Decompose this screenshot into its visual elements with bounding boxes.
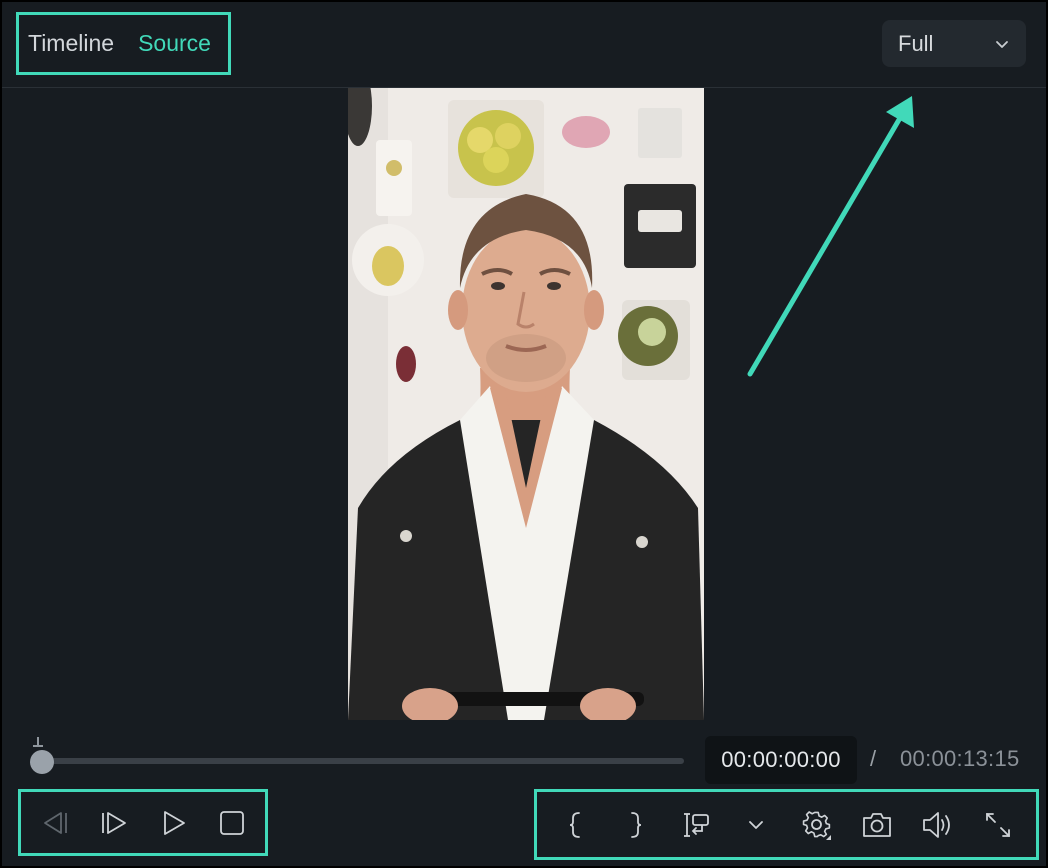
fullscreen-button[interactable] (978, 805, 1018, 845)
chevron-down-icon (749, 820, 764, 829)
next-frame-icon (101, 811, 126, 834)
video-preview[interactable] (348, 88, 704, 720)
mark-out-button[interactable] (616, 805, 656, 845)
scrubber-thumb[interactable] (30, 750, 54, 774)
view-tabs: Timeline Source (16, 12, 231, 75)
fullscreen-icon (985, 812, 1010, 837)
play-button[interactable] (153, 803, 193, 843)
media-player: Timeline Source Full 00:00:00:00 / 00:00… (2, 2, 1046, 866)
volume-icon (923, 811, 951, 838)
insert-clip-icon (683, 812, 709, 837)
insert-clip-button[interactable] (676, 805, 716, 845)
stop-icon (219, 810, 244, 835)
mark-out-icon (630, 811, 641, 838)
preview-tools (534, 789, 1039, 860)
settings-button[interactable] (797, 805, 837, 845)
chevron-down-icon (996, 40, 1008, 48)
display-resolution-value: Full (898, 30, 934, 56)
video-frame-image (348, 88, 704, 720)
annotation-arrow (747, 96, 914, 377)
snapshot-button[interactable] (857, 805, 897, 845)
playhead-marker-icon (33, 737, 43, 747)
mark-in-button[interactable] (555, 805, 595, 845)
tab-timeline[interactable]: Timeline (28, 30, 114, 57)
insert-options-dropdown[interactable] (736, 805, 776, 845)
tab-source[interactable]: Source (138, 30, 211, 57)
time-separator: / (870, 746, 877, 771)
current-time[interactable]: 00:00:00:00 (705, 736, 857, 784)
snapshot-icon (863, 812, 891, 837)
next-frame-button[interactable] (94, 803, 134, 843)
settings-icon (802, 810, 831, 840)
display-resolution-dropdown[interactable]: Full (882, 20, 1026, 67)
scrubber-track[interactable] (40, 758, 684, 764)
previous-frame-icon (43, 811, 67, 834)
stop-button[interactable] (212, 803, 252, 843)
transport-controls (18, 789, 268, 856)
play-icon (163, 810, 185, 835)
player-top-bar: Timeline Source Full (2, 2, 1046, 88)
volume-button[interactable] (917, 805, 957, 845)
mark-in-icon (570, 811, 581, 838)
total-duration: 00:00:13:15 (900, 746, 1020, 771)
previous-frame-button[interactable] (35, 803, 75, 843)
playback-scrubber[interactable] (30, 736, 686, 776)
